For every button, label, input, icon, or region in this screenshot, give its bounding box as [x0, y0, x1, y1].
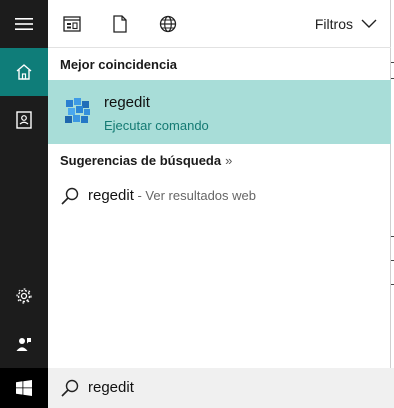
- search-box[interactable]: regedit: [48, 368, 394, 408]
- web-filter-icon: [159, 15, 177, 33]
- settings-button[interactable]: [0, 272, 48, 320]
- apps-filter-icon: [63, 16, 81, 32]
- feedback-icon: [16, 338, 31, 351]
- search-icon: [61, 379, 79, 397]
- apps-filter-button[interactable]: [60, 12, 84, 36]
- best-match-item[interactable]: regedit Ejecutar comando: [48, 80, 391, 144]
- filter-toolbar: Filtros: [48, 0, 391, 48]
- home-button[interactable]: [0, 48, 48, 96]
- search-suggestions-header[interactable]: Sugerencias de búsqueda»: [60, 153, 232, 168]
- start-button[interactable]: [0, 368, 48, 408]
- expand-chevron: »: [225, 153, 233, 168]
- home-icon: [16, 64, 32, 80]
- filters-label: Filtros: [314, 16, 353, 32]
- windows-start-icon: [16, 380, 32, 396]
- cortana-search-window: Filtros Mejor coincidencia regedit Ejecu…: [0, 0, 394, 408]
- documents-filter-icon: [113, 15, 127, 33]
- hamburger-menu-icon: [15, 18, 33, 30]
- suggestion-query: regedit: [88, 187, 134, 204]
- chevron-down-icon: [361, 19, 377, 28]
- filters-dropdown[interactable]: Filtros: [315, 14, 377, 34]
- best-match-header: Mejor coincidencia: [60, 57, 178, 72]
- search-suggestions-label: Sugerencias de búsqueda: [60, 153, 222, 168]
- documents-filter-button[interactable]: [108, 12, 132, 36]
- notebook-button[interactable]: [0, 96, 48, 144]
- feedback-button[interactable]: [0, 320, 48, 368]
- left-rail: [0, 0, 48, 408]
- best-match-name: regedit: [104, 94, 150, 111]
- best-match-subtitle: Ejecutar comando: [104, 118, 209, 133]
- regedit-app-icon: [65, 98, 90, 123]
- web-suggestion-item[interactable]: regedit - Ver resultados web: [48, 178, 391, 214]
- suggestion-text: regedit - Ver resultados web: [88, 187, 256, 204]
- search-icon: [61, 187, 79, 205]
- notebook-icon: [16, 111, 32, 129]
- search-results-panel: Filtros Mejor coincidencia regedit Ejecu…: [48, 0, 391, 368]
- settings-icon: [16, 288, 32, 304]
- web-filter-button[interactable]: [156, 12, 180, 36]
- hamburger-menu-button[interactable]: [0, 0, 48, 48]
- suggestion-hint: - Ver resultados web: [133, 188, 256, 203]
- search-input[interactable]: regedit: [88, 379, 134, 396]
